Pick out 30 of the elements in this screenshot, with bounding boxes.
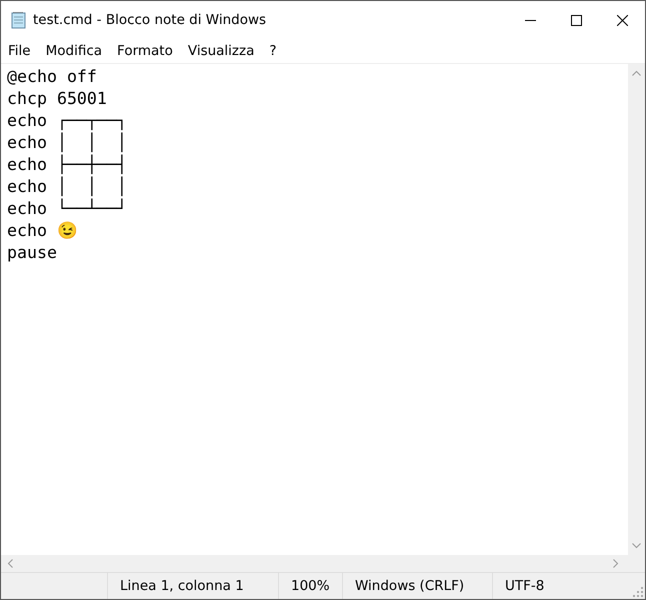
- menu-item[interactable]: Visualizza: [186, 43, 256, 59]
- status-text: Linea 1, colonna 1: [108, 573, 279, 599]
- code-line: chcp 65001: [7, 88, 108, 110]
- code-line: echo ├──┼──┤: [7, 154, 128, 176]
- maximize-icon: [570, 14, 582, 26]
- resize-grip-icon[interactable]: [633, 587, 643, 597]
- scroll-right-icon[interactable]: [613, 559, 619, 568]
- code-line: echo └──┴──┘: [7, 198, 128, 220]
- menu-item[interactable]: Modifica: [44, 43, 104, 59]
- code-line: pause: [7, 242, 58, 264]
- scroll-up-icon[interactable]: [632, 70, 641, 76]
- window-title: test.cmd - Blocco note di Windows: [33, 12, 266, 28]
- notepad-icon: [11, 11, 27, 29]
- menu-item[interactable]: File: [7, 43, 32, 59]
- code-line: echo │ │ │: [7, 132, 128, 154]
- code-line: echo │ │ │: [7, 176, 128, 198]
- status-text: 100%: [279, 573, 343, 599]
- scroll-down-icon[interactable]: [632, 543, 641, 549]
- horizontal-scrollbar[interactable]: [1, 555, 645, 572]
- code-line: @echo off: [7, 66, 98, 88]
- scroll-left-icon[interactable]: [7, 559, 13, 568]
- vertical-scrollbar[interactable]: [628, 64, 645, 555]
- status-text: UTF-8: [504, 577, 544, 596]
- status-text: Windows (CRLF): [343, 573, 493, 599]
- close-icon: [616, 14, 628, 26]
- menu-item[interactable]: ?: [268, 43, 278, 59]
- menu-item[interactable]: Formato: [116, 43, 174, 59]
- code-line: echo ┌──┬──┐: [7, 110, 128, 132]
- code-line: echo 😉: [7, 220, 79, 242]
- text-editor[interactable]: @echo off chcp 65001 echo ┌──┬──┐ echo │ │ │ echo ├──┼──┤ echo │ │ │ echo └──┴──┘ echo 😉 pause: [1, 64, 628, 555]
